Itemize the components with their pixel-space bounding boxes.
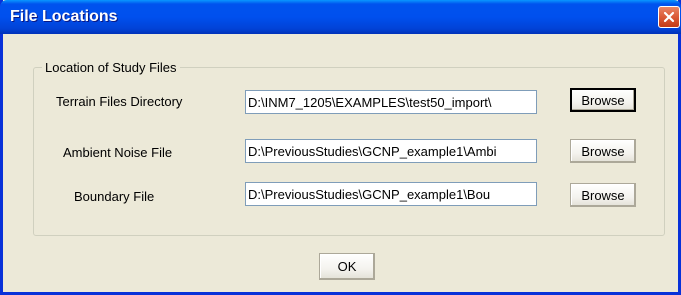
- group-legend: Location of Study Files: [42, 60, 180, 75]
- ok-button[interactable]: OK: [319, 253, 375, 280]
- ambient-browse-button[interactable]: Browse: [570, 139, 636, 163]
- boundary-file-label: Boundary File: [74, 189, 155, 204]
- close-button[interactable]: [658, 6, 680, 28]
- ambient-noise-input[interactable]: D:\PreviousStudies\GCNP_example1\Ambi: [245, 139, 537, 163]
- title-bar[interactable]: File Locations: [0, 0, 681, 34]
- terrain-browse-button[interactable]: Browse: [570, 88, 636, 112]
- terrain-files-label: Terrain Files Directory: [56, 94, 183, 109]
- close-icon: [663, 11, 675, 23]
- boundary-file-input[interactable]: D:\PreviousStudies\GCNP_example1\Bou: [245, 182, 537, 206]
- boundary-browse-button[interactable]: Browse: [570, 183, 636, 207]
- ambient-noise-label: Ambient Noise File: [63, 145, 173, 160]
- window-title: File Locations: [10, 8, 118, 25]
- terrain-files-input[interactable]: D:\INM7_1205\EXAMPLES\test50_import\: [245, 90, 537, 114]
